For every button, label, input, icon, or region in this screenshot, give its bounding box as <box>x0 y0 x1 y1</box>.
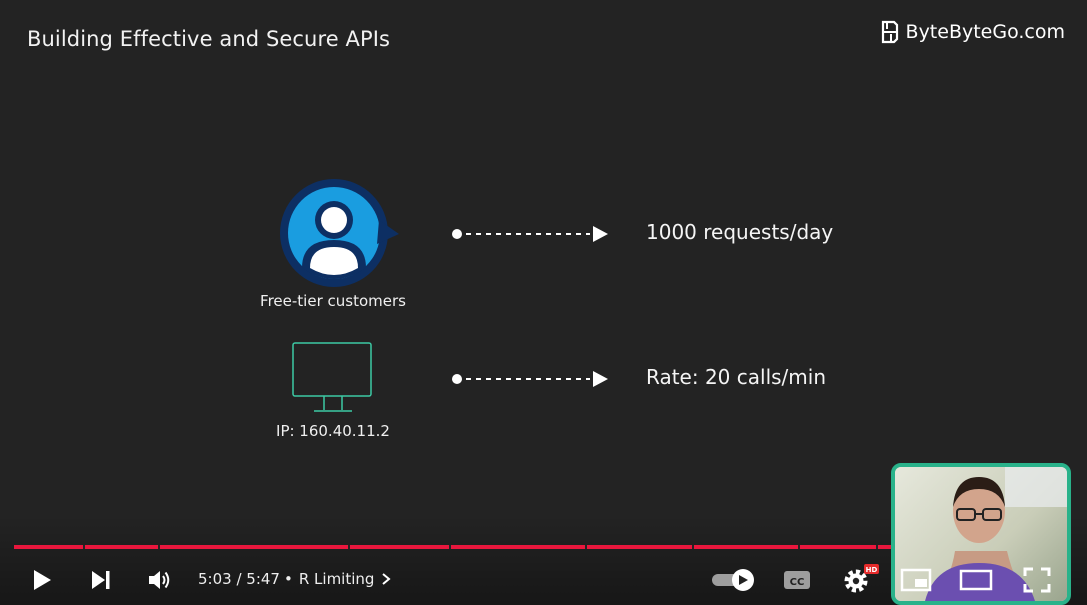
rule-rate-limit: Rate: 20 calls/min <box>646 365 826 389</box>
dashed-arrow <box>452 371 608 387</box>
volume-icon <box>149 571 170 589</box>
chapter-marker <box>585 545 587 549</box>
miniplayer-icon <box>900 568 932 592</box>
brand-logo: ByteByteGo.com <box>880 20 1065 44</box>
play-icon <box>34 570 51 590</box>
chapter-dot: • <box>284 570 293 588</box>
chapter-marker <box>798 545 800 549</box>
chapter-marker <box>876 545 878 549</box>
slide-title: Building Effective and Secure APIs <box>27 27 391 51</box>
next-button[interactable] <box>85 564 117 596</box>
svg-text:HD: HD <box>866 566 878 574</box>
time-display: 5:03 / 5:47 <box>198 570 280 588</box>
chapter-marker <box>449 545 451 549</box>
logo-icon <box>881 20 898 44</box>
theater-icon <box>959 569 993 591</box>
fullscreen-button[interactable] <box>1020 564 1054 596</box>
video-player[interactable]: Building Effective and Secure APIs ByteB… <box>0 0 1087 605</box>
settings-icon: HD <box>844 564 879 593</box>
miniplayer-button[interactable] <box>898 564 934 596</box>
ip-label: IP: 160.40.11.2 <box>276 422 390 440</box>
chapter-marker <box>83 545 85 549</box>
chapter-title-button[interactable]: • R Limiting <box>284 570 392 588</box>
theater-mode-button[interactable] <box>957 564 995 596</box>
svg-text:CC: CC <box>790 577 805 588</box>
chapter-marker <box>158 545 160 549</box>
monitor-icon <box>292 342 372 412</box>
autoplay-toggle[interactable] <box>708 566 758 594</box>
play-button[interactable] <box>26 564 58 596</box>
chevron-right-icon <box>382 573 391 585</box>
progress-played <box>14 545 932 549</box>
customer-label: Free-tier customers <box>260 292 406 310</box>
fullscreen-icon <box>1023 567 1051 593</box>
dashed-arrow <box>452 226 608 242</box>
user-icon <box>280 179 399 287</box>
captions-icon: CC <box>784 571 810 589</box>
rule-daily-quota: 1000 requests/day <box>646 220 834 244</box>
chapter-label: R Limiting <box>298 570 375 588</box>
chapter-marker <box>348 545 350 549</box>
brand-text: ByteByteGo.com <box>905 21 1065 43</box>
chapter-marker <box>692 545 694 549</box>
settings-button[interactable]: HD <box>840 562 880 596</box>
next-icon <box>92 571 110 589</box>
captions-button[interactable]: CC <box>780 566 814 594</box>
volume-button[interactable] <box>143 564 177 596</box>
autoplay-toggle-icon <box>712 569 754 591</box>
